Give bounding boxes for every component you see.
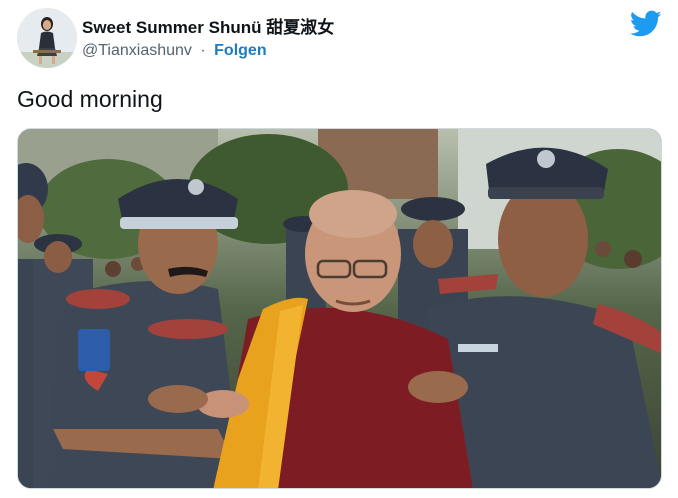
author-avatar[interactable] [17, 8, 77, 68]
tweet-text: Good morning [17, 86, 163, 112]
photo-illustration [18, 129, 661, 488]
tweet-media-image[interactable] [17, 128, 662, 489]
twitter-bird-icon[interactable] [629, 10, 662, 38]
author-handle-row: @Tianxiashunv · Folgen [82, 42, 267, 60]
author-handle[interactable]: @Tianxiashunv [82, 42, 192, 59]
avatar-photo [17, 8, 77, 68]
separator-dot: · [200, 42, 206, 59]
follow-button[interactable]: Folgen [214, 42, 266, 59]
tweet-card: Sweet Summer Shunü 甜夏淑女 @Tianxiashunv · … [0, 0, 678, 498]
author-display-name[interactable]: Sweet Summer Shunü 甜夏淑女 [82, 13, 334, 38]
